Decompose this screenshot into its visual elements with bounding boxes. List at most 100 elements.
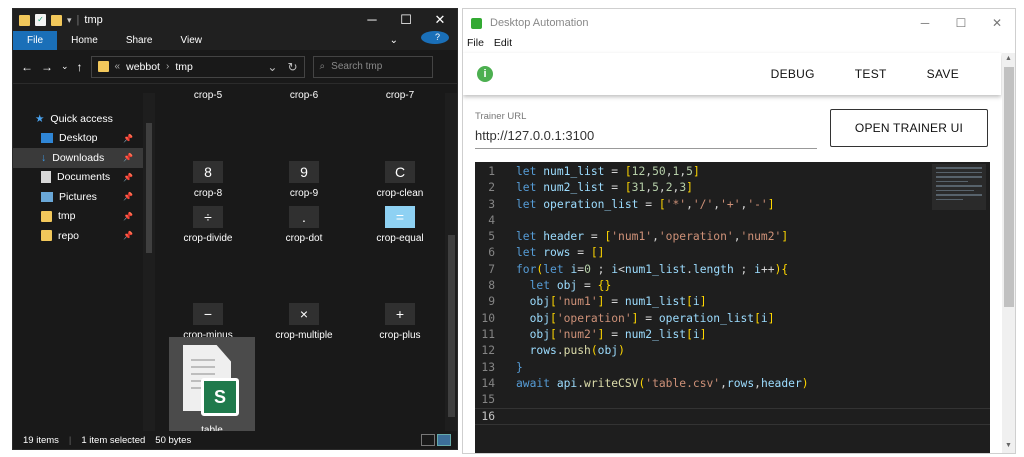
code-line[interactable]: 11 obj['num2'] = num2_list[i] <box>475 327 990 343</box>
search-placeholder: Search tmp <box>331 61 383 72</box>
back-arrow-icon[interactable]: ← <box>21 60 33 74</box>
code-line[interactable]: 6 let rows = [] <box>475 245 990 261</box>
sidebar-item-desktop[interactable]: Desktop 📌 <box>13 129 143 149</box>
code-line[interactable]: 2 let num2_list = [31,5,2,3] <box>475 180 990 196</box>
code-line[interactable]: 12 rows.push(obj) <box>475 343 990 359</box>
code-line[interactable]: 4 <box>475 213 990 229</box>
sidebar-item-pictures[interactable]: Pictures 📌 <box>13 187 143 207</box>
file-item-crop-multiple[interactable]: × crop-multiple <box>256 303 352 341</box>
code-line[interactable]: 7 for(let i=0 ; i<num1_list.length ; i++)… <box>475 262 990 278</box>
file-item-partial[interactable]: crop-7 <box>352 90 448 101</box>
test-button[interactable]: TEST <box>835 67 907 81</box>
file-item-crop-equal[interactable]: = crop-equal <box>352 206 448 244</box>
open-trainer-ui-button[interactable]: OPEN TRAINER UI <box>830 109 988 147</box>
code-minimap[interactable] <box>932 164 986 210</box>
code-line[interactable]: 5 let header = ['num1','operation','num2'… <box>475 229 990 245</box>
file-item-crop-divide[interactable]: ÷ crop-divide <box>160 206 256 244</box>
info-icon[interactable]: i <box>477 66 493 82</box>
recent-locations-chevron-icon[interactable]: ⌄ <box>61 61 69 72</box>
line-text: let num1_list = [12,50,1,5] <box>516 165 700 178</box>
forward-arrow-icon[interactable]: → <box>41 60 53 74</box>
desktop-automation-window: Desktop Automation ─ ☐ ✕ File Edit i DEB… <box>462 8 1016 454</box>
large-icons-view-icon[interactable] <box>437 434 451 446</box>
file-item-crop-clean[interactable]: Ccrop-clean <box>352 161 448 199</box>
file-item-crop-8[interactable]: 8 crop-8 <box>160 161 256 199</box>
item-count: 19 items <box>23 434 59 446</box>
line-number: 5 <box>488 230 495 244</box>
refresh-icon[interactable]: ↻ <box>287 60 297 74</box>
code-line[interactable]: 14 await api.writeCSV('table.csv',rows,he… <box>475 376 990 392</box>
menu-edit[interactable]: Edit <box>494 37 512 53</box>
minimize-button[interactable]: ─ <box>355 12 389 28</box>
address-dropdown-icon[interactable]: ⌄ <box>267 60 277 74</box>
details-view-icon[interactable] <box>421 434 435 446</box>
sidebar-item-repo[interactable]: repo 📌 <box>13 226 143 246</box>
code-line[interactable]: 1 let num1_list = [12,50,1,5] <box>475 164 990 180</box>
file-item-crop-minus[interactable]: − crop-minus <box>160 303 256 341</box>
code-editor[interactable]: 1 let num1_list = [12,50,1,5] 2 let num2_li… <box>475 162 990 453</box>
ribbon-tabs: File Home Share View ⌄ ? <box>13 31 457 50</box>
sidebar-item-quick-access[interactable]: ★ Quick access <box>13 109 143 129</box>
pin-icon: 📌 <box>123 172 133 182</box>
scroll-up-icon[interactable]: ▲ <box>1005 55 1012 62</box>
pictures-icon <box>41 191 53 202</box>
trainer-url-field[interactable]: Trainer URL http://127.0.0.1:3100 <box>475 111 817 149</box>
quick-access-toolbar-dropdown-icon[interactable]: ▾ <box>67 15 72 26</box>
up-arrow-icon[interactable]: ↑ <box>77 60 83 74</box>
maximize-button[interactable]: ☐ <box>389 12 423 28</box>
star-icon: ★ <box>35 112 45 125</box>
address-bar[interactable]: « webbot › tmp ⌄ ↻ <box>90 55 305 78</box>
new-folder-icon[interactable] <box>51 14 62 26</box>
file-grid-scrollbar[interactable] <box>445 93 457 433</box>
window-scrollbar[interactable]: ▲ ▼ <box>1002 53 1015 453</box>
file-label: crop-8 <box>193 188 223 199</box>
save-button[interactable]: SAVE <box>907 67 979 81</box>
file-item-crop-9[interactable]: 9 crop-9 <box>256 161 352 199</box>
sidebar-item-tmp[interactable]: tmp 📌 <box>13 207 143 227</box>
trainer-url-input[interactable]: http://127.0.0.1:3100 <box>475 128 817 149</box>
line-number: 8 <box>488 279 495 293</box>
pin-icon: 📌 <box>123 231 133 241</box>
documents-icon <box>41 171 51 184</box>
file-label: crop-7 <box>385 90 415 101</box>
breadcrumb-tmp[interactable]: tmp <box>175 61 193 73</box>
line-text: } <box>516 360 523 374</box>
thumbnail-icon: = <box>385 206 415 228</box>
file-explorer-window: ✓ ▾ | tmp ─ ☐ ✕ File Home Share View ⌄ ?… <box>12 8 458 450</box>
tab-home[interactable]: Home <box>57 31 112 50</box>
file-item-crop-dot[interactable]: . crop-dot <box>256 206 352 244</box>
file-label: crop-equal <box>376 233 424 244</box>
tab-share[interactable]: Share <box>112 31 167 50</box>
code-line[interactable]: 9 obj['num1'] = num1_list[i] <box>475 294 990 310</box>
menu-file[interactable]: File <box>467 37 484 53</box>
tab-view[interactable]: View <box>167 31 217 50</box>
minimize-button[interactable]: ─ <box>907 16 943 30</box>
sidebar-item-downloads[interactable]: ↓ Downloads 📌 <box>13 148 143 168</box>
code-line[interactable]: 8 let obj = {} <box>475 278 990 294</box>
robot-icon <box>471 17 482 29</box>
code-line[interactable]: 10 obj['operation'] = operation_list[i] <box>475 311 990 327</box>
expand-ribbon-icon[interactable]: ⌄ <box>376 31 412 50</box>
code-line[interactable]: 13} <box>475 360 990 376</box>
file-item-partial[interactable]: crop-6 <box>256 90 352 101</box>
close-button[interactable]: ✕ <box>979 16 1015 30</box>
close-button[interactable]: ✕ <box>423 12 457 28</box>
line-number: 3 <box>488 197 495 211</box>
breadcrumb-webbot[interactable]: webbot <box>126 61 160 73</box>
code-line[interactable]: 16 <box>475 408 990 425</box>
debug-button[interactable]: DEBUG <box>751 67 835 81</box>
scroll-down-icon[interactable]: ▼ <box>1005 442 1012 449</box>
tab-file[interactable]: File <box>13 31 58 50</box>
maximize-button[interactable]: ☐ <box>943 16 979 30</box>
code-line[interactable]: 15 <box>475 392 990 408</box>
code-line[interactable]: 3 let operation_list = ['*','/','+','-'] <box>475 197 990 213</box>
selection-size: 50 bytes <box>155 434 192 446</box>
sidebar-item-documents[interactable]: Documents 📌 <box>13 168 143 188</box>
help-icon[interactable]: ? <box>421 31 449 44</box>
search-input[interactable]: ⌕ Search tmp <box>312 55 433 78</box>
properties-icon[interactable]: ✓ <box>35 14 46 26</box>
navigation-scrollbar[interactable] <box>143 93 155 433</box>
pin-icon: 📌 <box>123 133 133 143</box>
file-item-crop-plus[interactable]: + crop-plus <box>352 303 448 341</box>
file-item-partial[interactable]: crop-5 <box>160 90 256 101</box>
